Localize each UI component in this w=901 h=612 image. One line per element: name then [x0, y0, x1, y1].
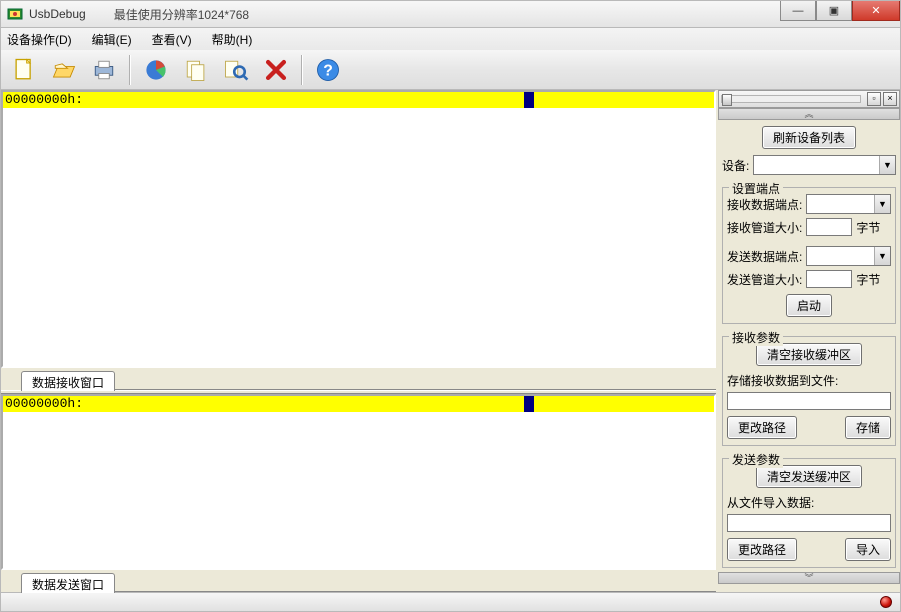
tx-hex-body[interactable] [3, 412, 714, 568]
status-led-icon [880, 596, 892, 608]
side-panel-body: 刷新设备列表 设备: ▼ 设置端点 接收数据端点: ▼ 接收管道大小: 字节 发… [718, 120, 900, 572]
rx-endpoint-combo[interactable]: ▼ [806, 194, 891, 214]
toolbar-print-button[interactable] [85, 53, 123, 87]
left-column: 00000000h: 数据接收窗口 00000000h: 数据发送窗口 [1, 90, 716, 592]
device-combo[interactable]: ▼ [753, 155, 896, 175]
dropdown-arrow-icon: ▼ [874, 195, 890, 213]
tab-rx[interactable]: 数据接收窗口 [21, 371, 115, 391]
toolbar-delete-button[interactable] [257, 53, 295, 87]
tx-endpoint-label: 发送数据端点: [727, 248, 802, 265]
start-button[interactable]: 启动 [786, 294, 832, 317]
side-panel-header: ▫ × [718, 90, 900, 108]
toolbar-copy-button[interactable] [177, 53, 215, 87]
rx-cursor-marker [524, 92, 534, 108]
app-title: UsbDebug [29, 7, 86, 21]
dropdown-arrow-icon: ▼ [879, 156, 895, 174]
dropdown-arrow-icon: ▼ [874, 247, 890, 265]
tx-pipe-input[interactable] [806, 270, 852, 288]
save-rx-label: 存储接收数据到文件: [727, 372, 891, 389]
toolbar-chart-button[interactable] [137, 53, 175, 87]
side-collapse-down[interactable]: ︾ [718, 572, 900, 584]
rx-params-group: 接收参数 清空接收缓冲区 存储接收数据到文件: 更改路径 存储 [722, 336, 896, 446]
rx-hex-body[interactable] [3, 108, 714, 366]
rx-endpoint-label: 接收数据端点: [727, 196, 802, 213]
menu-device[interactable]: 设备操作(D) [7, 31, 72, 48]
change-save-path-button[interactable]: 更改路径 [727, 416, 797, 439]
tx-params-group: 发送参数 清空发送缓冲区 从文件导入数据: 更改路径 导入 [722, 458, 896, 568]
side-collapse-up[interactable]: ︽ [718, 108, 900, 120]
clear-tx-buffer-button[interactable]: 清空发送缓冲区 [756, 465, 862, 488]
toolbar-find-button[interactable] [217, 53, 255, 87]
device-label: 设备: [722, 157, 749, 174]
bytes-suffix: 字节 [856, 271, 880, 288]
toolbar: ? [0, 50, 901, 90]
rx-pipe-label: 接收管道大小: [727, 219, 802, 236]
minimize-button[interactable]: — [780, 1, 816, 21]
endpoint-group-legend: 设置端点 [729, 180, 783, 197]
toolbar-help-button[interactable]: ? [309, 53, 347, 87]
main-area: 00000000h: 数据接收窗口 00000000h: 数据发送窗口 ▫ [0, 90, 901, 592]
maximize-button[interactable]: ▣ [816, 1, 852, 21]
menu-bar: 设备操作(D) 编辑(E) 查看(V) 帮助(H) [0, 28, 901, 50]
side-slider-thumb[interactable] [722, 94, 732, 106]
rx-tabstrip: 数据接收窗口 [1, 368, 716, 390]
rx-hex-header: 00000000h: [3, 92, 714, 108]
import-button[interactable]: 导入 [845, 538, 891, 561]
tx-params-legend: 发送参数 [729, 451, 783, 468]
import-label: 从文件导入数据: [727, 494, 891, 511]
toolbar-open-button[interactable] [45, 53, 83, 87]
menu-view[interactable]: 查看(V) [152, 31, 192, 48]
rx-address: 00000000h: [5, 92, 83, 107]
svg-text:?: ? [323, 62, 333, 79]
tx-pipe-label: 发送管道大小: [727, 271, 802, 288]
close-button[interactable]: ✕ [852, 1, 900, 21]
save-rx-path-input[interactable] [727, 392, 891, 410]
rx-pipe-input[interactable] [806, 218, 852, 236]
change-import-path-button[interactable]: 更改路径 [727, 538, 797, 561]
toolbar-separator [301, 55, 303, 85]
rx-hex-pane: 00000000h: [1, 90, 716, 368]
menu-help[interactable]: 帮助(H) [212, 31, 253, 48]
tx-tabstrip: 数据发送窗口 [1, 570, 716, 592]
status-bar [0, 592, 901, 612]
rx-params-legend: 接收参数 [729, 329, 783, 346]
resolution-hint: 最佳使用分辨率1024*768 [114, 6, 249, 23]
side-maximize-icon[interactable]: ▫ [867, 92, 881, 106]
tx-hex-pane: 00000000h: [1, 394, 716, 570]
menu-edit[interactable]: 编辑(E) [92, 31, 132, 48]
side-close-icon[interactable]: × [883, 92, 897, 106]
import-path-input[interactable] [727, 514, 891, 532]
toolbar-separator [129, 55, 131, 85]
tab-tx[interactable]: 数据发送窗口 [21, 573, 115, 593]
tx-hex-header: 00000000h: [3, 396, 714, 412]
side-panel: ▫ × ︽ 刷新设备列表 设备: ▼ 设置端点 接收数据端点: ▼ 接收管道大小… [716, 90, 900, 592]
refresh-devices-button[interactable]: 刷新设备列表 [762, 126, 856, 149]
toolbar-new-button[interactable] [5, 53, 43, 87]
tx-address: 00000000h: [5, 396, 83, 411]
endpoint-group: 设置端点 接收数据端点: ▼ 接收管道大小: 字节 发送数据端点: ▼ 发送管道… [722, 187, 896, 324]
app-icon [7, 6, 23, 22]
bytes-suffix: 字节 [856, 219, 880, 236]
tx-cursor-marker [524, 396, 534, 412]
clear-rx-buffer-button[interactable]: 清空接收缓冲区 [756, 343, 862, 366]
save-button[interactable]: 存储 [845, 416, 891, 439]
tx-endpoint-combo[interactable]: ▼ [806, 246, 891, 266]
title-bar: UsbDebug 最佳使用分辨率1024*768 — ▣ ✕ [0, 0, 901, 28]
side-slider-track[interactable] [721, 95, 861, 103]
tabline [115, 591, 716, 592]
